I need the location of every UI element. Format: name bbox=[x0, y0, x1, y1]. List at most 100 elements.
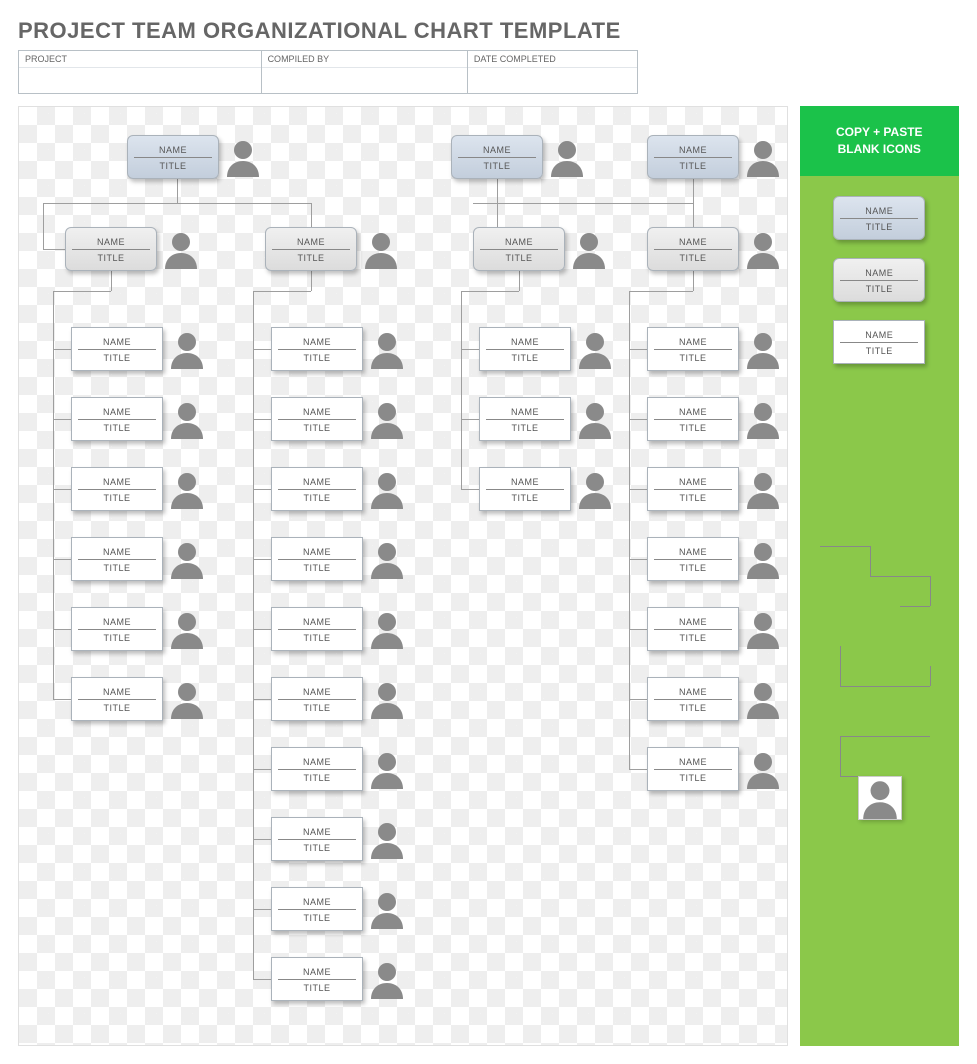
sample-connector[interactable] bbox=[900, 606, 930, 607]
org-node[interactable]: NAMETITLE bbox=[479, 327, 571, 371]
sample-connector[interactable] bbox=[870, 576, 930, 577]
connector bbox=[253, 559, 271, 560]
org-node[interactable]: NAMETITLE bbox=[271, 607, 363, 651]
connector bbox=[53, 291, 54, 699]
sidebar-header-line1: COPY + PASTE bbox=[836, 125, 923, 139]
sample-node-white[interactable]: NAMETITLE bbox=[833, 320, 925, 364]
person-icon bbox=[367, 959, 407, 999]
org-node[interactable]: NAMETITLE bbox=[271, 397, 363, 441]
node-title: TITLE bbox=[72, 563, 162, 573]
meta-compiled-value[interactable] bbox=[262, 67, 467, 93]
meta-compiled-label: COMPILED BY bbox=[262, 51, 467, 67]
sample-person-icon[interactable] bbox=[858, 776, 902, 820]
sidebar-header-line2: BLANK ICONS bbox=[838, 142, 921, 156]
org-node[interactable]: NAMETITLE bbox=[479, 397, 571, 441]
person-icon bbox=[743, 469, 783, 509]
org-node[interactable]: NAMETITLE bbox=[271, 467, 363, 511]
node-title: TITLE bbox=[72, 353, 162, 363]
node-name: NAME bbox=[78, 335, 156, 350]
node-name: NAME bbox=[78, 405, 156, 420]
sample-connector[interactable] bbox=[930, 576, 931, 606]
person-icon bbox=[743, 399, 783, 439]
node-name: NAME bbox=[840, 328, 918, 343]
org-node[interactable]: NAME TITLE bbox=[127, 135, 219, 179]
org-node[interactable]: NAMETITLE bbox=[647, 607, 739, 651]
org-node[interactable]: NAMETITLE bbox=[71, 397, 163, 441]
org-node[interactable]: NAMETITLE bbox=[473, 227, 565, 271]
org-node[interactable]: NAMETITLE bbox=[647, 537, 739, 581]
org-node[interactable]: NAMETITLE bbox=[71, 677, 163, 721]
node-name: NAME bbox=[458, 143, 536, 158]
meta-compiled: COMPILED BY bbox=[262, 51, 468, 93]
org-node[interactable]: NAMETITLE bbox=[271, 327, 363, 371]
person-icon bbox=[743, 749, 783, 789]
org-node[interactable]: NAMETITLE bbox=[271, 747, 363, 791]
sample-connector[interactable] bbox=[870, 546, 871, 576]
sample-connector[interactable] bbox=[840, 736, 930, 737]
org-node[interactable]: NAMETITLE bbox=[71, 607, 163, 651]
sample-node-gray[interactable]: NAMETITLE bbox=[833, 258, 925, 302]
node-name: NAME bbox=[654, 685, 732, 700]
node-title: TITLE bbox=[834, 222, 924, 232]
connector bbox=[629, 419, 647, 420]
sample-connector[interactable] bbox=[840, 736, 841, 776]
node-name: NAME bbox=[840, 204, 918, 219]
connector bbox=[629, 291, 693, 292]
connector bbox=[253, 291, 254, 979]
connector bbox=[253, 291, 311, 292]
person-icon bbox=[547, 137, 587, 177]
sidebar: COPY + PASTE BLANK ICONS NAMETITLENAMETI… bbox=[800, 106, 959, 1046]
org-node[interactable]: NAMETITLE bbox=[647, 327, 739, 371]
org-node[interactable]: NAMETITLE bbox=[647, 135, 739, 179]
sample-connector[interactable] bbox=[840, 776, 860, 777]
org-node[interactable]: NAMETITLE bbox=[271, 537, 363, 581]
org-node[interactable]: NAMETITLE bbox=[647, 747, 739, 791]
connector bbox=[461, 291, 519, 292]
org-node[interactable]: NAME TITLE bbox=[647, 677, 739, 721]
org-node[interactable]: NAMETITLE bbox=[65, 227, 157, 271]
org-node[interactable]: NAME TITLE bbox=[265, 227, 357, 271]
org-chart-canvas[interactable]: NAME TITLE NAME TITLE NAME TITLE NAME TITLE NAME… bbox=[18, 106, 788, 1046]
person-icon bbox=[743, 229, 783, 269]
person-icon bbox=[161, 229, 201, 269]
person-icon bbox=[367, 889, 407, 929]
meta-project-value[interactable] bbox=[19, 67, 261, 93]
org-node[interactable]: NAMETITLE bbox=[451, 135, 543, 179]
org-node[interactable]: NAMETITLE bbox=[71, 537, 163, 581]
org-node[interactable]: NAME TITLE bbox=[71, 327, 163, 371]
org-node[interactable]: NAMETITLE bbox=[271, 957, 363, 1001]
node-title: TITLE bbox=[648, 703, 738, 713]
connector bbox=[629, 291, 630, 769]
node-name: NAME bbox=[486, 475, 564, 490]
org-node[interactable]: NAMETITLE bbox=[271, 677, 363, 721]
sample-connector[interactable] bbox=[820, 546, 870, 547]
sidebar-body: NAMETITLENAMETITLENAMETITLE bbox=[800, 176, 959, 1046]
sample-connector[interactable] bbox=[930, 666, 931, 686]
connector bbox=[629, 699, 647, 700]
person-icon bbox=[367, 749, 407, 789]
org-node[interactable]: NAMETITLE bbox=[479, 467, 571, 511]
node-name: NAME bbox=[272, 235, 350, 250]
connector bbox=[53, 291, 111, 292]
node-title: TITLE bbox=[480, 353, 570, 363]
node-title: TITLE bbox=[72, 703, 162, 713]
org-node[interactable]: NAMETITLE bbox=[271, 817, 363, 861]
connector bbox=[473, 203, 693, 204]
sample-node-blue[interactable]: NAME TITLE bbox=[833, 196, 925, 240]
sample-connector[interactable] bbox=[840, 686, 930, 687]
node-name: NAME bbox=[486, 405, 564, 420]
org-node[interactable]: NAMETITLE bbox=[647, 227, 739, 271]
org-node[interactable]: NAMETITLE bbox=[271, 887, 363, 931]
node-title: TITLE bbox=[128, 161, 218, 171]
org-node[interactable]: NAMETITLE bbox=[647, 397, 739, 441]
node-title: TITLE bbox=[266, 253, 356, 263]
node-name: NAME bbox=[134, 143, 212, 158]
org-node[interactable]: NAMETITLE bbox=[71, 467, 163, 511]
node-name: NAME bbox=[654, 755, 732, 770]
sidebar-header: COPY + PASTE BLANK ICONS bbox=[800, 106, 959, 176]
connector bbox=[629, 769, 647, 770]
sample-connector[interactable] bbox=[840, 646, 841, 686]
meta-date-value[interactable] bbox=[468, 67, 637, 93]
org-node[interactable]: NAMETITLE bbox=[647, 467, 739, 511]
meta-project-label: PROJECT bbox=[19, 51, 261, 67]
